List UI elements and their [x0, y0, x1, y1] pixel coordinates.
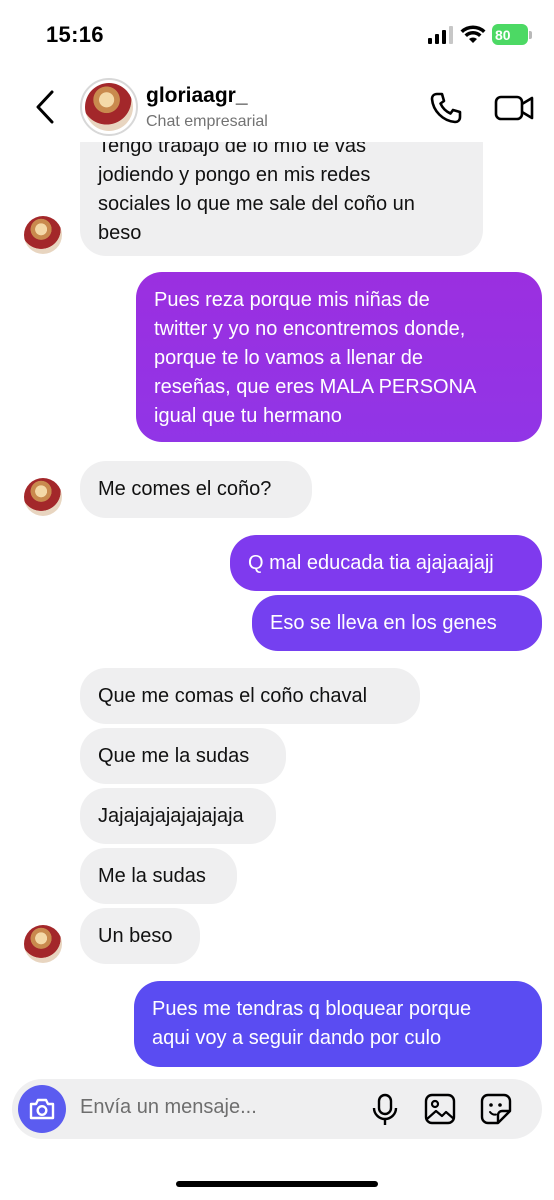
microphone-icon[interactable]	[370, 1093, 400, 1127]
home-indicator[interactable]	[176, 1181, 378, 1187]
message-outgoing[interactable]: Pues me tendras q bloquear porque aqui v…	[134, 981, 542, 1067]
message-input[interactable]	[80, 1096, 360, 1119]
message-outgoing[interactable]: Eso se lleva en los genes	[252, 595, 542, 651]
battery-level: 80	[495, 26, 511, 43]
sender-avatar[interactable]	[24, 478, 62, 516]
battery-tip	[529, 31, 532, 39]
message-incoming[interactable]: Que me comas el coño chaval	[80, 668, 420, 724]
camera-icon	[29, 1098, 55, 1120]
profile-avatar[interactable]	[80, 78, 138, 136]
sticker-icon[interactable]	[480, 1093, 512, 1125]
battery-indicator: 80	[492, 24, 528, 45]
status-bar: 15:16 80	[0, 0, 554, 70]
message-incoming[interactable]: Me comes el coño?	[80, 461, 312, 518]
back-button[interactable]	[30, 88, 60, 126]
wifi-icon	[460, 25, 486, 43]
status-time: 15:16	[46, 22, 104, 47]
message-incoming[interactable]: Jajajajajajajajaja	[80, 788, 276, 844]
video-camera-icon[interactable]	[494, 90, 534, 126]
message-outgoing[interactable]: Pues reza porque mis niñas de twitter y …	[136, 272, 542, 442]
message-composer	[12, 1079, 542, 1139]
message-incoming[interactable]: Que me la sudas	[80, 728, 286, 784]
message-incoming[interactable]: Me la sudas	[80, 848, 237, 904]
chat-username[interactable]: gloriaagr_	[146, 84, 248, 108]
gallery-icon[interactable]	[424, 1093, 456, 1125]
message-incoming[interactable]: Un beso	[80, 908, 200, 964]
phone-icon[interactable]	[428, 90, 464, 126]
chat-subtitle: Chat empresarial	[146, 113, 268, 130]
camera-button[interactable]	[18, 1085, 66, 1133]
message-outgoing[interactable]: Q mal educada tia ajajaajajj	[230, 535, 542, 591]
chat-header: gloriaagr_ Chat empresarial	[0, 70, 554, 142]
avatar-image	[85, 83, 133, 131]
sender-avatar[interactable]	[24, 216, 62, 254]
cellular-signal-icon	[428, 26, 453, 44]
sender-avatar[interactable]	[24, 925, 62, 963]
chevron-left-icon	[36, 90, 54, 124]
